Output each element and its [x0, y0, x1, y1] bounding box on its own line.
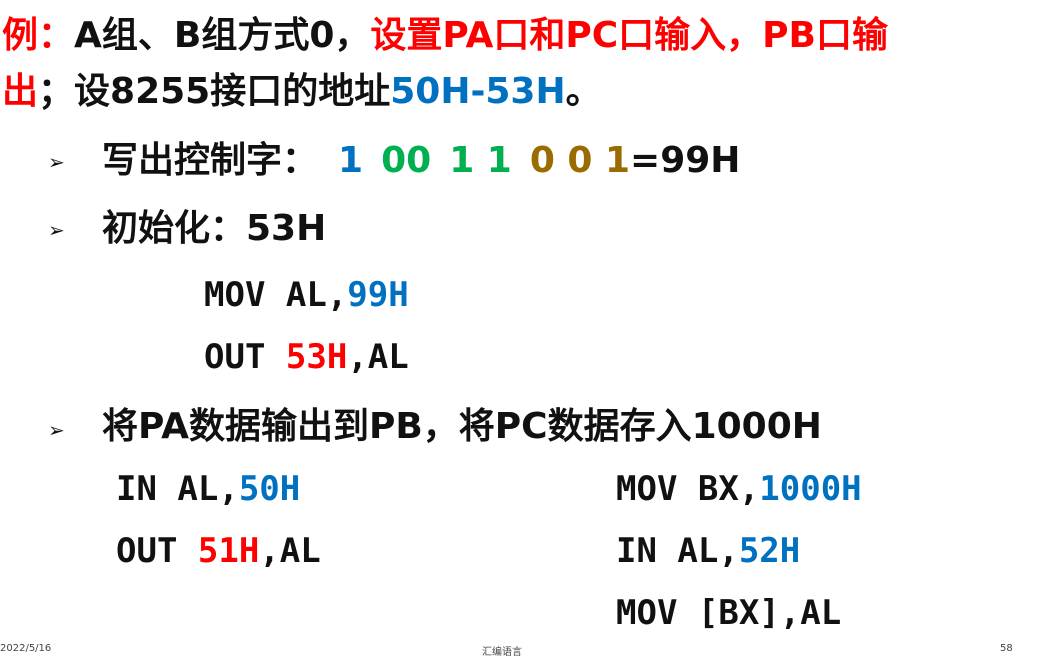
control-word-bit-mode: 1 [338, 140, 364, 181]
control-word-result: =99H [630, 140, 741, 181]
left-in-port: 50H [238, 469, 301, 509]
init-out-port: 53H [285, 337, 348, 377]
control-word-bits-b: 0 0 1 [529, 140, 631, 181]
bullet-arrow-icon: ➢ [48, 418, 65, 442]
left-out-suffix: ,AL [259, 531, 321, 571]
left-out-prefix: OUT [116, 531, 198, 571]
init-mov-value: 99H [347, 275, 409, 315]
right-mov-value: 1000H [759, 469, 862, 509]
transfer-label: 将PA数据输出到PB，将PC数据存入1000H [102, 406, 822, 447]
title-line2-text: ；设8255接口的地址 [38, 71, 391, 112]
right-mov-prefix: MOV BX, [616, 469, 760, 509]
left-out-port: 51H [197, 531, 260, 571]
footer-page-number: 58 [1000, 643, 1013, 654]
bullet-arrow-icon: ➢ [48, 150, 65, 174]
title-prefix: 例： [2, 15, 75, 56]
init-out-prefix: OUT [204, 337, 286, 377]
init-mov-line: MOV AL,99H [204, 278, 409, 312]
init-mov-prefix: MOV AL, [204, 275, 348, 315]
control-word-label: 写出控制字： [102, 140, 319, 181]
title-io-setting: 设置PA口和PC口输入，PB口输 [370, 15, 888, 56]
right-mov-line: MOV BX,1000H [616, 472, 862, 506]
title-line2-red: 出 [2, 71, 39, 112]
right-store-line: MOV [BX],AL [616, 593, 842, 633]
title-groups: A组、B组方式0， [74, 15, 371, 56]
init-out-line: OUT 53H,AL [204, 340, 409, 374]
left-out-line: OUT 51H,AL [116, 534, 321, 568]
control-word-bits-pa-pc: 1 1 [449, 140, 512, 181]
init-out-suffix: ,AL [347, 337, 409, 377]
left-in-prefix: IN AL, [116, 469, 239, 509]
init-label: 初始化：53H [102, 208, 327, 249]
footer-date: 2022/5/16 [0, 643, 52, 654]
right-in-line: IN AL,52H [616, 534, 800, 568]
control-word-bits-a-mode: 00 [381, 140, 432, 181]
title-line-1: 例：A组、B组方式0，设置PA口和PC口输入，PB口输 [2, 18, 888, 54]
right-in-prefix: IN AL, [616, 531, 739, 571]
left-in-line: IN AL,50H [116, 472, 300, 506]
bullet-arrow-icon: ➢ [48, 218, 65, 242]
right-in-port: 52H [738, 531, 801, 571]
title-line-2: 出；设8255接口的地址50H-53H。 [2, 74, 602, 110]
title-address-range: 50H-53H [390, 71, 566, 112]
title-line2-end: 。 [565, 71, 602, 112]
control-word-line: 写出控制字： 1 00 1 1 0 0 1=99H [102, 143, 740, 179]
